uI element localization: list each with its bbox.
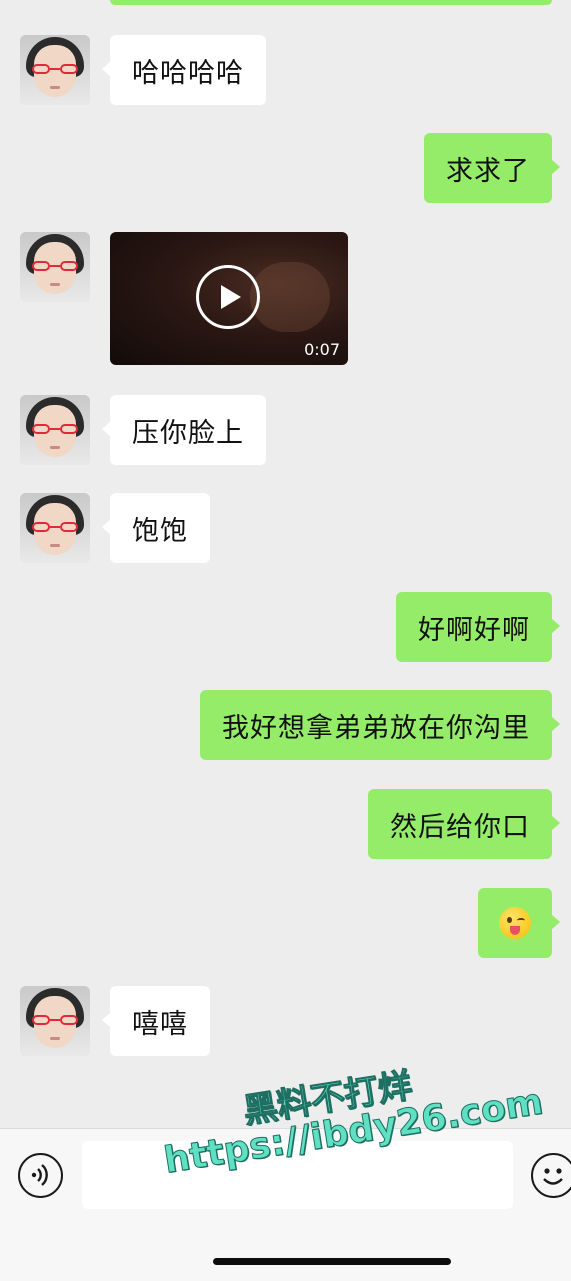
contact-avatar[interactable] xyxy=(20,493,90,563)
message-text: 压你脸上 xyxy=(132,417,244,449)
message-input[interactable] xyxy=(82,1141,513,1209)
incoming-message[interactable]: 饱饱 xyxy=(102,493,210,563)
contact-avatar[interactable] xyxy=(20,395,90,465)
message-text: 我好想拿弟弟放在你沟里 xyxy=(222,712,530,744)
smiley-icon[interactable] xyxy=(531,1153,571,1198)
contact-avatar[interactable] xyxy=(20,986,90,1056)
previous-message-edge xyxy=(110,0,552,5)
video-duration: 0:07 xyxy=(304,340,340,359)
incoming-message[interactable]: 哈哈哈哈 xyxy=(102,35,266,105)
message-text: 饱饱 xyxy=(132,515,188,547)
message-text: 求求了 xyxy=(446,155,530,187)
outgoing-message[interactable]: 求求了 xyxy=(424,133,560,203)
message-text: 哈哈哈哈 xyxy=(132,57,244,89)
message-text: 然后给你口 xyxy=(390,811,530,843)
incoming-message[interactable]: 压你脸上 xyxy=(102,395,266,465)
message-text: 好啊好啊 xyxy=(418,614,530,646)
contact-avatar[interactable] xyxy=(20,232,90,302)
contact-avatar[interactable] xyxy=(20,35,90,105)
incoming-message[interactable]: 嘻嘻 xyxy=(102,986,210,1056)
chat-area: 哈哈哈哈 求求了 0:07 压你脸上 饱饱 好啊好啊 我好想拿弟弟放在你沟里 然… xyxy=(0,0,571,1128)
outgoing-message[interactable]: 我好想拿弟弟放在你沟里 xyxy=(200,690,560,760)
message-text: 嘻嘻 xyxy=(132,1008,188,1040)
winking-face-with-tongue-icon xyxy=(499,907,531,939)
outgoing-emoji-message[interactable] xyxy=(478,888,560,958)
play-icon[interactable] xyxy=(196,265,260,329)
outgoing-message[interactable]: 好啊好啊 xyxy=(396,592,560,662)
voice-icon[interactable] xyxy=(18,1153,63,1198)
video-message[interactable]: 0:07 xyxy=(110,232,348,365)
home-indicator[interactable] xyxy=(213,1258,451,1265)
outgoing-message[interactable]: 然后给你口 xyxy=(368,789,560,859)
